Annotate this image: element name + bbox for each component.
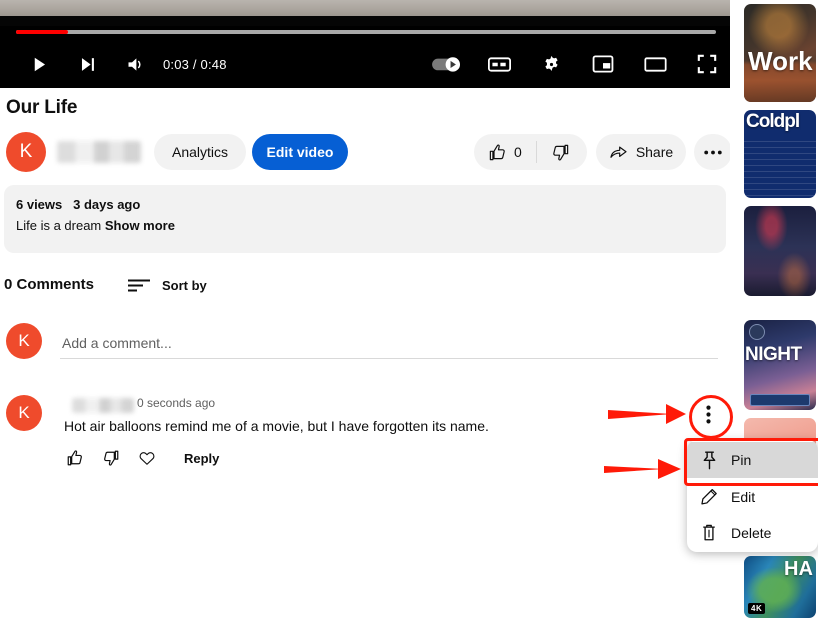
video-player[interactable]: 0:03 / 0:48: [0, 0, 730, 88]
autoplay-toggle[interactable]: [428, 40, 464, 88]
show-more-button[interactable]: Show more: [105, 218, 175, 233]
thumbnail-caption: Coldpl: [746, 111, 799, 133]
play-button[interactable]: [22, 40, 56, 88]
thumbnail-caption: Work: [748, 46, 813, 77]
fullscreen-button[interactable]: [689, 40, 725, 88]
heart-icon: [138, 449, 156, 467]
sort-by-button[interactable]: Sort by: [128, 274, 207, 296]
related-thumbnail-6[interactable]: HA 4K: [744, 556, 816, 618]
publish-date: 3 days ago: [73, 197, 140, 212]
theater-mode-button[interactable]: [637, 40, 673, 88]
comment-actions: Reply: [64, 445, 219, 471]
more-actions-button[interactable]: [694, 134, 732, 170]
comment-like-button[interactable]: [64, 447, 86, 469]
add-comment-input[interactable]: [60, 328, 718, 359]
sort-icon: [128, 278, 150, 292]
thumbnail-quality-badge: 4K: [748, 603, 765, 614]
menu-item-pin[interactable]: Pin: [687, 442, 818, 478]
comment-dislike-button[interactable]: [100, 447, 122, 469]
video-frame-area: [0, 0, 730, 16]
comment-text: Hot air balloons remind me of a movie, b…: [64, 418, 489, 434]
comment-author-name-blurred: [72, 398, 134, 413]
player-controls: 0:03 / 0:48: [0, 40, 730, 88]
trash-icon: [687, 524, 731, 542]
comment-author-avatar[interactable]: K: [6, 395, 42, 431]
main-column: 0:03 / 0:48: [0, 0, 730, 618]
menu-item-delete-label: Delete: [731, 525, 771, 541]
miniplayer-button[interactable]: [585, 40, 621, 88]
menu-item-delete[interactable]: Delete: [687, 515, 818, 551]
related-thumbnail-2[interactable]: Coldpl: [744, 110, 816, 198]
menu-item-edit-label: Edit: [731, 489, 755, 505]
channel-avatar-initial: K: [20, 141, 33, 163]
comment-timestamp: 0 seconds ago: [137, 396, 215, 410]
like-count: 0: [514, 144, 522, 160]
view-count: 6 views: [16, 197, 62, 212]
channel-name-blurred: [57, 141, 141, 163]
owner-actions-row: K Analytics Edit video 0: [6, 131, 724, 173]
pin-icon: [687, 451, 731, 470]
progress-bar[interactable]: [16, 30, 716, 34]
youtube-watch-page: 0:03 / 0:48: [0, 0, 818, 618]
related-thumbnail-4[interactable]: NIGHT: [744, 320, 816, 410]
volume-button[interactable]: [118, 40, 152, 88]
menu-item-pin-label: Pin: [731, 452, 751, 468]
comment-context-menu: Pin Edit Delete: [687, 440, 818, 552]
next-video-button[interactable]: [70, 40, 104, 88]
settings-gear-button[interactable]: [533, 40, 569, 88]
edit-video-button[interactable]: Edit video: [252, 134, 348, 170]
sort-by-label: Sort by: [162, 278, 207, 293]
progress-bar-fill: [16, 30, 68, 34]
pencil-icon: [687, 488, 731, 506]
comment-author-avatar-initial: K: [18, 403, 29, 423]
ellipsis-icon: [704, 150, 722, 155]
thumbnail-tracklist: [744, 136, 816, 198]
description-text: Life is a dream: [16, 218, 101, 233]
current-user-avatar-initial: K: [18, 331, 29, 351]
thumbnail-channel-avatar: [749, 324, 765, 340]
share-button[interactable]: Share: [596, 134, 686, 170]
description-meta: 6 views 3 days ago: [16, 197, 140, 212]
comment-more-options-button[interactable]: [692, 398, 724, 430]
related-thumbnail-1[interactable]: Work: [744, 4, 816, 102]
thumbnail-caption: HA: [784, 558, 813, 581]
comment-reply-button[interactable]: Reply: [184, 451, 219, 466]
page-title: Our Life: [6, 97, 77, 119]
edit-video-button-label: Edit video: [267, 144, 334, 160]
thumbnail-lights: [744, 206, 816, 296]
like-dislike-bar: 0: [474, 134, 587, 170]
share-button-label: Share: [636, 144, 673, 160]
analytics-button[interactable]: Analytics: [154, 134, 246, 170]
video-frame-shadow: [0, 16, 730, 26]
dislike-button[interactable]: [537, 134, 584, 170]
menu-item-edit[interactable]: Edit: [687, 479, 818, 515]
channel-avatar[interactable]: K: [6, 132, 46, 172]
current-user-avatar[interactable]: K: [6, 323, 42, 359]
comments-count: 0 Comments: [4, 276, 94, 293]
comment-heart-button[interactable]: [136, 447, 158, 469]
analytics-button-label: Analytics: [172, 144, 228, 160]
closed-captions-button[interactable]: [481, 40, 517, 88]
video-description-box[interactable]: 6 views 3 days ago Life is a dream Show …: [4, 185, 726, 253]
thumbnail-label-strip: [750, 394, 810, 406]
time-display: 0:03 / 0:48: [163, 40, 227, 88]
description-text-line: Life is a dream Show more: [16, 218, 175, 233]
related-thumbnail-3[interactable]: [744, 206, 816, 296]
add-comment-row: K: [6, 323, 722, 365]
share-icon: [609, 143, 628, 162]
comment-item: K 0 seconds ago Hot air balloons remind …: [6, 395, 722, 485]
thumbnail-caption: NIGHT: [745, 344, 802, 366]
like-button[interactable]: 0: [474, 134, 536, 170]
kebab-menu-icon: [706, 405, 711, 424]
